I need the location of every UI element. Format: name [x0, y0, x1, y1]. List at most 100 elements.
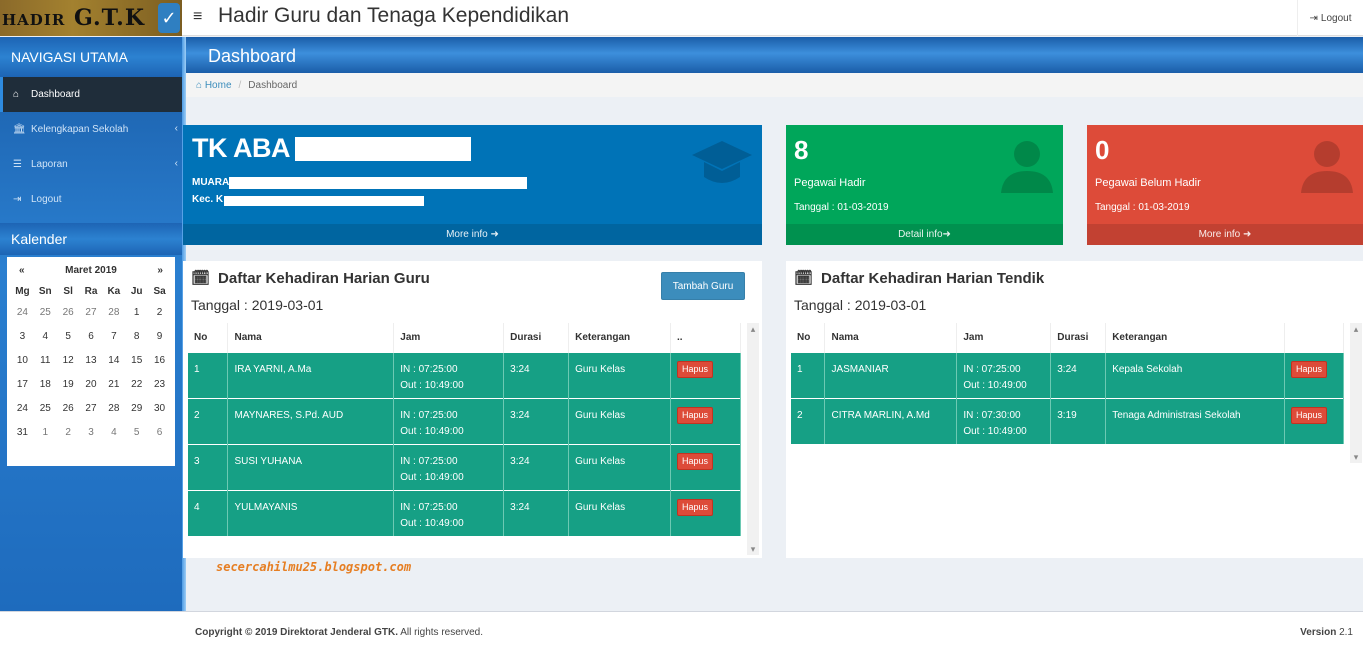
- sidebar-item-laporan[interactable]: ☰ Laporan ‹: [0, 147, 182, 182]
- calendar-widget: « Maret 2019 » Mg Sn Sl Ra Ka Ju Sa 24 25 26 27 28 1…: [7, 257, 175, 466]
- calendar-day[interactable]: 2: [148, 300, 171, 324]
- table-row: 1 IRA YARNI, A.Ma IN : 07:25:00 Out : 10:…: [188, 351, 741, 398]
- cell-nama: SUSI YUHANA: [227, 443, 395, 490]
- calendar-day[interactable]: 5: [125, 420, 148, 444]
- belum-hadir-count: 0: [1095, 135, 1110, 165]
- calendar-day[interactable]: 7: [102, 324, 125, 348]
- calendar-day[interactable]: 2: [57, 420, 80, 444]
- calendar-day[interactable]: 20: [80, 372, 103, 396]
- calendar-day[interactable]: 10: [11, 348, 34, 372]
- cell-keterangan: Guru Kelas: [568, 351, 672, 398]
- calendar-day[interactable]: 31: [11, 420, 34, 444]
- calendar-day[interactable]: 9: [148, 324, 171, 348]
- scroll-down-icon[interactable]: ▾: [1350, 451, 1362, 463]
- calendar-next-button[interactable]: »: [157, 265, 163, 276]
- calendar-day[interactable]: 14: [102, 348, 125, 372]
- calendar-day[interactable]: 19: [57, 372, 80, 396]
- calendar-day[interactable]: 25: [34, 396, 57, 420]
- hapus-button[interactable]: Hapus: [1290, 406, 1327, 424]
- belum-hadir-more-info-link[interactable]: More info ➜: [1087, 224, 1363, 245]
- chevron-left-icon: ‹: [174, 123, 178, 134]
- content-header: Dashboard: [186, 37, 1363, 73]
- calendar-day[interactable]: 27: [80, 300, 103, 324]
- calendar-day[interactable]: 1: [125, 300, 148, 324]
- calendar-day[interactable]: 28: [102, 396, 125, 420]
- calendar-day[interactable]: 6: [80, 324, 103, 348]
- hapus-button[interactable]: Hapus: [677, 360, 714, 378]
- hapus-button[interactable]: Hapus: [677, 406, 714, 424]
- calendar-day[interactable]: 23: [148, 372, 171, 396]
- guru-table-scrollbar[interactable]: ▴ ▾: [747, 323, 759, 555]
- calendar-day[interactable]: 26: [57, 396, 80, 420]
- sidebar-item-kelengkapan-sekolah[interactable]: 🏛 Kelengkapan Sekolah ‹: [0, 112, 182, 147]
- calendar-day[interactable]: 28: [102, 300, 125, 324]
- calendar-day[interactable]: 12: [57, 348, 80, 372]
- cell-nama: JASMANIAR: [824, 351, 958, 398]
- calendar-day[interactable]: 18: [34, 372, 57, 396]
- cell-aksi: Hapus: [670, 397, 741, 444]
- calendar-day-header: Sa: [153, 285, 166, 297]
- tendik-table-scrollbar[interactable]: ▴ ▾: [1350, 323, 1362, 463]
- breadcrumb-current: Dashboard: [248, 79, 298, 91]
- calendar-check-icon: 🗓: [794, 270, 814, 287]
- column-header: Keterangan: [568, 323, 672, 352]
- calendar-day[interactable]: 4: [34, 324, 57, 348]
- pegawai-hadir-box: 8 Pegawai Hadir Tanggal : 01-03-2019 Det…: [786, 125, 1063, 245]
- cell-no: 1: [791, 351, 826, 398]
- sidebar-item-logout[interactable]: ⇥ Logout: [0, 182, 182, 217]
- sidebar-item-dashboard[interactable]: ⌂ Dashboard: [0, 77, 182, 112]
- calendar-day[interactable]: 29: [125, 396, 148, 420]
- hapus-button[interactable]: Hapus: [677, 498, 714, 516]
- calendar-day[interactable]: 5: [57, 324, 80, 348]
- cell-nama: CITRA MARLIN, A.Md: [824, 397, 958, 444]
- calendar-day[interactable]: 26: [57, 300, 80, 324]
- school-address-line1: MUARA: [192, 177, 230, 188]
- cell-no: 1: [188, 351, 229, 398]
- calendar-day[interactable]: 16: [148, 348, 171, 372]
- calendar-prev-button[interactable]: «: [19, 265, 25, 276]
- school-more-info-link[interactable]: More info ➜: [183, 224, 762, 245]
- scroll-down-icon[interactable]: ▾: [747, 543, 759, 555]
- calendar-day[interactable]: 4: [102, 420, 125, 444]
- belum-hadir-date: Tanggal : 01-03-2019: [1095, 202, 1190, 213]
- cell-keterangan: Tenaga Administrasi Sekolah: [1105, 397, 1285, 444]
- cell-nama: YULMAYANIS: [227, 489, 395, 536]
- calendar-day[interactable]: 22: [125, 372, 148, 396]
- calendar-day[interactable]: 24: [11, 396, 34, 420]
- calendar-day[interactable]: 13: [80, 348, 103, 372]
- cell-no: 2: [791, 397, 826, 444]
- scroll-up-icon[interactable]: ▴: [1350, 323, 1362, 335]
- calendar-day[interactable]: 3: [80, 420, 103, 444]
- logout-top-button[interactable]: ⇥ Logout: [1297, 0, 1363, 36]
- tambah-guru-button[interactable]: Tambah Guru: [661, 272, 745, 300]
- calendar-day[interactable]: 24: [11, 300, 34, 324]
- hapus-button[interactable]: Hapus: [1290, 360, 1327, 378]
- hapus-button[interactable]: Hapus: [677, 452, 714, 470]
- sign-out-icon: ⇥: [13, 194, 22, 205]
- home-icon: ⌂: [13, 89, 20, 100]
- calendar-day[interactable]: 17: [11, 372, 34, 396]
- breadcrumb-separator: /: [238, 79, 242, 91]
- calendar-day[interactable]: 25: [34, 300, 57, 324]
- calendar-day[interactable]: 27: [80, 396, 103, 420]
- school-info-box: TK ABA MUARA Kec. K More info ➜: [183, 125, 762, 245]
- calendar-day[interactable]: 30: [148, 396, 171, 420]
- calendar-day[interactable]: 3: [11, 324, 34, 348]
- calendar-day[interactable]: 8: [125, 324, 148, 348]
- hamburger-icon[interactable]: ≡: [193, 8, 202, 26]
- arrow-circle-right-icon: ➜: [942, 229, 951, 240]
- hadir-detail-info-link[interactable]: Detail info ➜: [786, 224, 1063, 245]
- calendar-day[interactable]: 1: [34, 420, 57, 444]
- calendar-day[interactable]: 21: [102, 372, 125, 396]
- calendar-day[interactable]: 11: [34, 348, 57, 372]
- app-logo[interactable]: HADIR G.T.K ✓: [0, 0, 182, 36]
- cell-no: 3: [188, 443, 229, 490]
- redaction-block: [229, 177, 527, 189]
- cell-durasi: 3:24: [503, 443, 570, 490]
- cell-keterangan: Guru Kelas: [568, 397, 672, 444]
- calendar-day[interactable]: 6: [148, 420, 171, 444]
- breadcrumb-home-link[interactable]: ⌂ Home: [196, 80, 232, 91]
- scroll-up-icon[interactable]: ▴: [747, 323, 759, 335]
- bank-icon: 🏛: [13, 124, 26, 135]
- calendar-day[interactable]: 15: [125, 348, 148, 372]
